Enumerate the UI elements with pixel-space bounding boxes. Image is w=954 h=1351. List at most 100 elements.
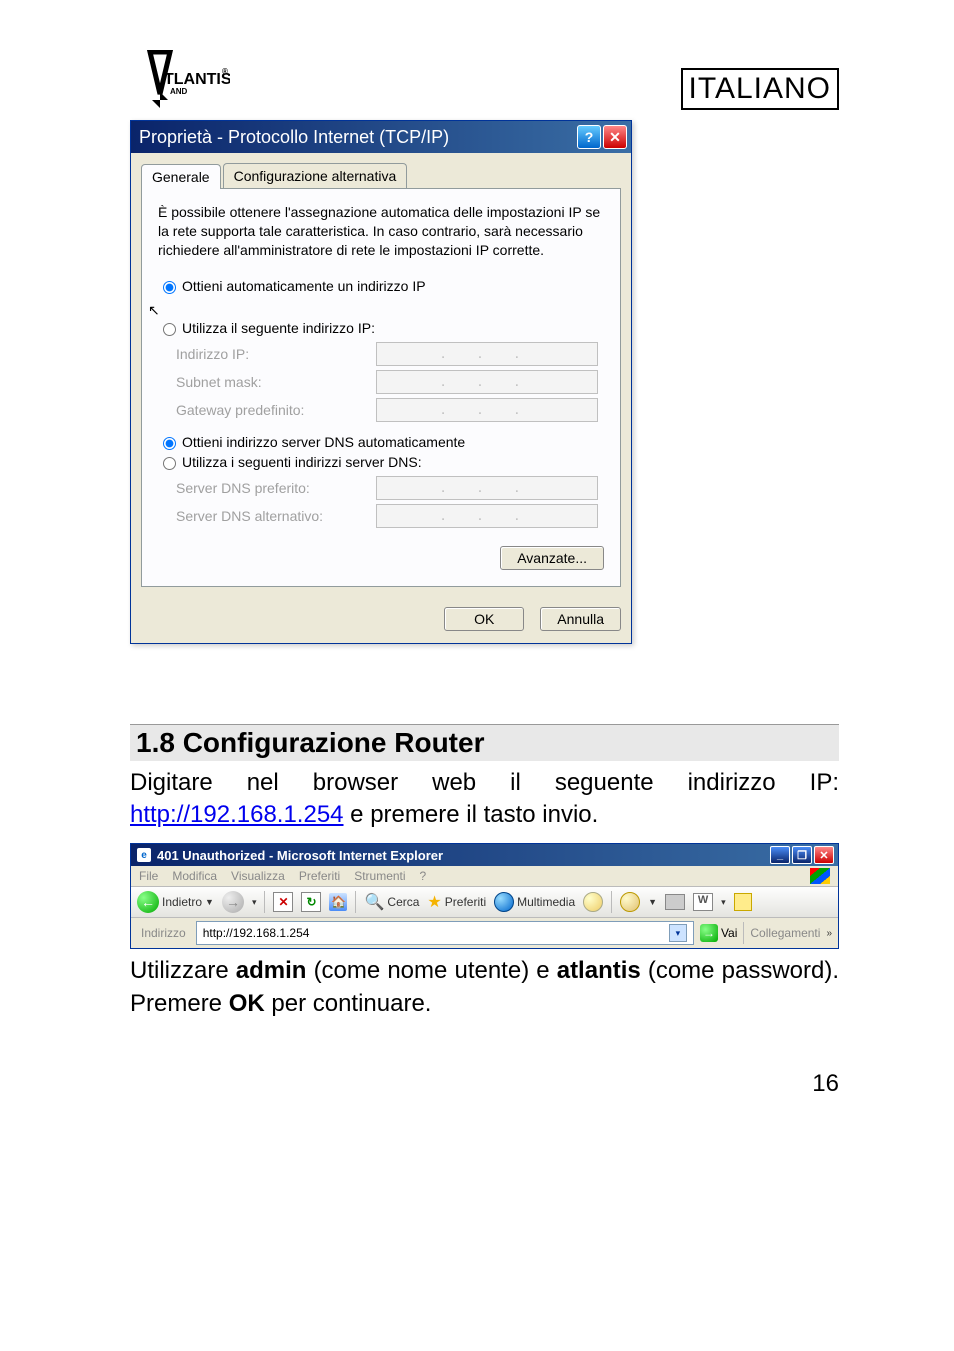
refresh-button[interactable]: ↻ <box>301 892 321 912</box>
router-ip-link[interactable]: http://192.168.1.254 <box>130 801 344 828</box>
menu-strumenti[interactable]: Strumenti <box>354 869 405 883</box>
advanced-button[interactable]: Avanzate... <box>500 546 604 570</box>
minimize-button[interactable]: _ <box>770 846 790 864</box>
search-label: Cerca <box>387 895 419 909</box>
radio-ip-manual[interactable]: Utilizza il seguente indirizzo IP: <box>158 320 604 336</box>
svg-text:®: ® <box>222 67 228 76</box>
star-icon: ★ <box>427 892 441 912</box>
radio-ip-auto-label: Ottieni automaticamente un indirizzo IP <box>182 278 426 294</box>
media-label: Multimedia <box>517 895 575 909</box>
back-label: Indietro <box>162 895 202 909</box>
mail-button[interactable] <box>620 892 640 912</box>
radio-dns-auto-input[interactable] <box>163 437 176 450</box>
search-button[interactable]: 🔍 Cerca <box>364 892 419 912</box>
tab-general[interactable]: Generale <box>141 164 221 189</box>
search-icon: 🔍 <box>364 892 384 912</box>
address-dropdown-icon[interactable]: ▾ <box>669 924 687 942</box>
address-separator <box>743 922 744 944</box>
mail-dropdown-icon[interactable]: ▼ <box>648 897 657 907</box>
svg-text:TLANTIS: TLANTIS <box>164 71 230 88</box>
toolbar-separator <box>264 891 265 913</box>
ie-app-icon: e <box>137 848 151 862</box>
menu-file[interactable]: File <box>139 869 158 883</box>
cancel-button[interactable]: Annulla <box>540 607 621 631</box>
label-dns-pref: Server DNS preferito: <box>158 480 376 496</box>
para1-text-b: e premere il tasto invio. <box>344 801 599 828</box>
para2-admin: admin <box>236 957 307 984</box>
label-dns-alt: Server DNS alternativo: <box>158 508 376 524</box>
input-dns-pref: . . . <box>376 476 598 500</box>
radio-ip-manual-label: Utilizza il seguente indirizzo IP: <box>182 320 375 336</box>
tab-alt-config[interactable]: Configurazione alternativa <box>223 163 408 188</box>
stop-button[interactable]: ✕ <box>273 892 293 912</box>
forward-dropdown-icon[interactable]: ▾ <box>252 897 257 908</box>
media-icon <box>494 892 514 912</box>
radio-dns-manual-input[interactable] <box>163 457 176 470</box>
address-value: http://192.168.1.254 <box>203 926 310 940</box>
brand-logo: TLANTIS ® AND <box>130 50 230 110</box>
radio-dns-auto[interactable]: Ottieni indirizzo server DNS automaticam… <box>158 434 604 450</box>
para2-ok: OK <box>229 990 265 1017</box>
edit-dropdown-icon[interactable]: ▾ <box>721 897 726 908</box>
toolbar-separator <box>611 891 612 913</box>
ie-title: 401 Unauthorized - Microsoft Internet Ex… <box>157 848 443 863</box>
input-dns-alt: . . . <box>376 504 598 528</box>
page-number: 16 <box>130 1070 839 1098</box>
forward-button[interactable]: → <box>222 891 244 913</box>
para2-d: per continuare. <box>265 990 432 1017</box>
radio-ip-auto[interactable]: Ottieni automaticamente un indirizzo IP <box>158 278 604 294</box>
restore-button[interactable]: ❐ <box>792 846 812 864</box>
edit-button[interactable]: W <box>693 893 713 911</box>
print-button[interactable] <box>665 894 685 910</box>
info-text: È possibile ottenere l'assegnazione auto… <box>158 203 604 260</box>
input-mask: . . . <box>376 370 598 394</box>
tcpip-properties-dialog: Proprietà - Protocollo Internet (TCP/IP)… <box>130 120 632 644</box>
address-input[interactable]: http://192.168.1.254 ▾ <box>196 921 694 945</box>
radio-dns-manual-label: Utilizza i seguenti indirizzi server DNS… <box>182 454 422 470</box>
go-icon: → <box>700 924 718 942</box>
links-label[interactable]: Collegamenti <box>750 926 820 940</box>
menu-preferiti[interactable]: Preferiti <box>299 869 340 883</box>
back-button[interactable]: ← Indietro ▼ <box>137 891 214 913</box>
svg-text:AND: AND <box>170 87 188 96</box>
menu-visualizza[interactable]: Visualizza <box>231 869 285 883</box>
para2-a: Utilizzare <box>130 957 236 984</box>
para2-b: (come nome utente) e <box>306 957 556 984</box>
radio-dns-auto-label: Ottieni indirizzo server DNS automaticam… <box>182 434 465 450</box>
language-tag: ITALIANO <box>681 68 839 110</box>
toolbar-separator <box>355 891 356 913</box>
section-para-1: Digitare nel browser web il seguente ind… <box>130 767 839 832</box>
discuss-button[interactable] <box>734 893 752 911</box>
favorites-label: Preferiti <box>445 895 486 909</box>
ie-window: e 401 Unauthorized - Microsoft Internet … <box>130 843 839 949</box>
menu-modifica[interactable]: Modifica <box>172 869 217 883</box>
favorites-button[interactable]: ★ Preferiti <box>427 892 486 912</box>
go-label: Vai <box>721 926 737 940</box>
section-heading: 1.8 Configurazione Router <box>130 724 839 761</box>
radio-ip-manual-input[interactable] <box>163 323 176 336</box>
dialog-title: Proprietà - Protocollo Internet (TCP/IP) <box>139 127 449 148</box>
address-label: Indirizzo <box>137 926 190 940</box>
go-button[interactable]: → Vai <box>700 924 737 942</box>
home-button[interactable]: 🏠 <box>329 893 347 911</box>
radio-dns-manual[interactable]: Utilizza i seguenti indirizzi server DNS… <box>158 454 604 470</box>
label-gateway: Gateway predefinito: <box>158 402 376 418</box>
history-button[interactable] <box>583 892 603 912</box>
links-chevron-icon[interactable]: » <box>826 928 832 939</box>
label-ip: Indirizzo IP: <box>158 346 376 362</box>
input-gateway: . . . <box>376 398 598 422</box>
menu-help[interactable]: ? <box>420 869 427 883</box>
close-button[interactable]: ✕ <box>814 846 834 864</box>
back-dropdown-icon[interactable]: ▼ <box>205 897 214 907</box>
media-button[interactable]: Multimedia <box>494 892 575 912</box>
ie-menubar: File Modifica Visualizza Preferiti Strum… <box>131 866 838 886</box>
help-button[interactable]: ? <box>577 125 601 149</box>
ie-address-bar: Indirizzo http://192.168.1.254 ▾ → Vai C… <box>131 918 838 948</box>
ok-button[interactable]: OK <box>444 607 524 631</box>
close-button[interactable]: ✕ <box>603 125 627 149</box>
ie-toolbar: ← Indietro ▼ → ▾ ✕ ↻ 🏠 🔍 Cerca ★ Preferi… <box>131 886 838 918</box>
input-ip: . . . <box>376 342 598 366</box>
radio-ip-auto-input[interactable] <box>163 281 176 294</box>
forward-icon: → <box>222 891 244 913</box>
section-para-2: Utilizzare admin (come nome utente) e at… <box>130 955 839 1020</box>
